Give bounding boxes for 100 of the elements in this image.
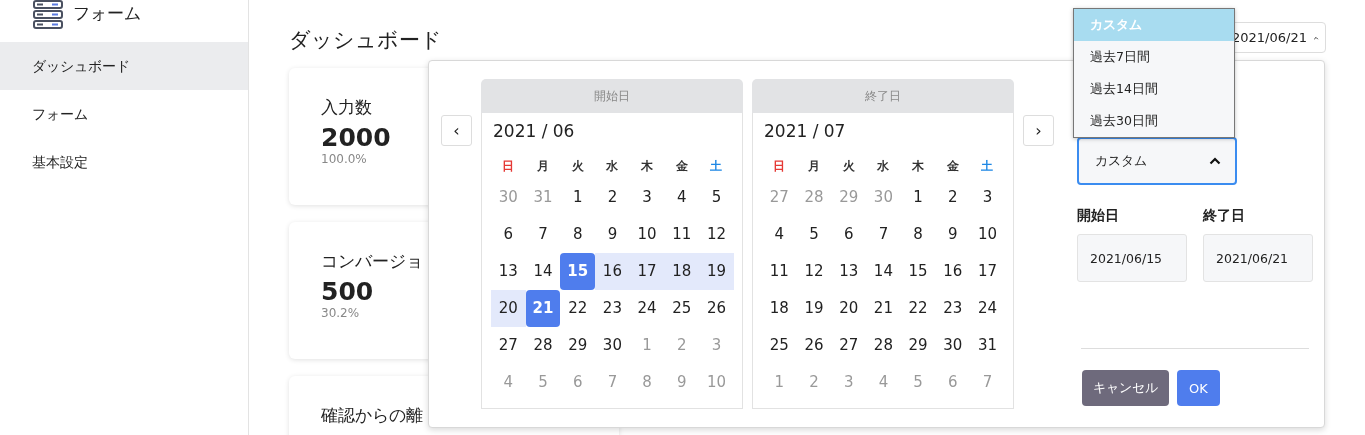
calendar-day[interactable]: 5 [699,179,734,216]
weekday-label: 金 [675,158,688,175]
calendar-day[interactable]: 6 [491,216,526,253]
calendar-day[interactable]: 7 [866,216,901,253]
calendar-day[interactable]: 18 [762,290,797,327]
stat-percent: 30.2% [321,306,360,320]
calendar-day[interactable]: 16 [935,253,971,290]
calendar-header: 終了日 [752,79,1014,113]
weekday-label: 木 [641,158,654,175]
calendar-day[interactable]: 1 [560,179,596,216]
calendar-day[interactable]: 29 [900,327,936,364]
weekday-label: 火 [842,158,855,175]
calendar-day[interactable]: 29 [560,327,596,364]
calendar-day[interactable]: 7 [525,216,561,253]
weekday-label: 月 [537,158,550,175]
calendar-day[interactable]: 28 [525,327,561,364]
calendar-day[interactable]: 4 [664,179,700,216]
calendar-day[interactable]: 17 [629,253,665,290]
preset-select[interactable]: カスタム [1077,137,1237,185]
calendar-day[interactable]: 27 [491,327,526,364]
start-date-label: 開始日 [1077,207,1120,225]
calendar-day[interactable]: 3 [970,179,1005,216]
calendar-day[interactable]: 5 [796,216,832,253]
calendar-day[interactable]: 10 [970,216,1005,253]
calendar-day[interactable]: 22 [900,290,936,327]
start-date-field[interactable]: 2021/06/15 [1077,234,1187,282]
nav-item[interactable]: フォーム [0,90,248,138]
calendar-day[interactable]: 12 [699,216,734,253]
calendar-day[interactable]: 11 [762,253,797,290]
calendar-day[interactable]: 13 [491,253,526,290]
weekday-label: 火 [571,158,584,175]
nav-item[interactable]: 基本設定 [0,138,248,186]
calendar-day[interactable]: 4 [762,216,797,253]
stat-value: 500 [321,277,374,306]
calendar-day[interactable]: 12 [796,253,832,290]
calendar-day[interactable]: 15 [560,253,596,290]
calendar-day[interactable]: 19 [699,253,734,290]
stat-label: 確認からの離 [321,404,423,427]
weekday-label: 土 [981,158,994,175]
calendar-day[interactable]: 24 [629,290,665,327]
calendar-day[interactable]: 2 [935,179,971,216]
stat-value: 2000 [321,123,391,152]
ok-button[interactable]: OK [1177,370,1220,406]
previous-month-button[interactable]: ‹ [441,115,472,146]
calendar-day[interactable]: 26 [796,327,832,364]
stat-percent: 100.0% [321,152,367,166]
calendar-header: 開始日 [481,79,743,113]
weekday-label: 日 [502,158,515,175]
weekday-label: 水 [606,158,619,175]
calendar-day[interactable]: 18 [664,253,700,290]
calendar-day[interactable]: 26 [699,290,734,327]
calendar-day[interactable]: 27 [831,327,867,364]
calendar-day[interactable]: 20 [491,290,526,327]
end-date-field[interactable]: 2021/06/21 [1203,234,1313,282]
calendar-day[interactable]: 15 [900,253,936,290]
cancel-button[interactable]: キャンセル [1082,370,1169,406]
calendar-day[interactable]: 25 [664,290,700,327]
calendar-day[interactable]: 21 [866,290,901,327]
calendar-day[interactable]: 11 [664,216,700,253]
end-date-label: 終了日 [1203,207,1246,225]
app-name: フォーム [73,1,141,25]
calendar-day[interactable]: 6 [831,216,867,253]
calendar-day[interactable]: 9 [595,216,630,253]
calendar-day[interactable]: 24 [970,290,1005,327]
month-title: 2021 / 06 [492,121,576,141]
dropdown-option[interactable]: 過去14日間 [1074,73,1234,105]
weekday-label: 日 [773,158,786,175]
calendar-day[interactable]: 9 [935,216,971,253]
calendar-day[interactable]: 8 [560,216,596,253]
calendar-day[interactable]: 8 [900,216,936,253]
calendar-day[interactable]: 2 [595,179,630,216]
calendar-day[interactable]: 14 [866,253,901,290]
calendar-day[interactable]: 23 [595,290,630,327]
calendar-day[interactable]: 17 [970,253,1005,290]
calendar-day[interactable]: 20 [831,290,867,327]
next-month-button[interactable]: › [1023,115,1054,146]
calendar-day[interactable]: 31 [970,327,1005,364]
caret-icon [1209,157,1221,165]
page-title: ダッシュボード [289,27,442,54]
calendar-day[interactable]: 14 [525,253,561,290]
calendar-day[interactable]: 13 [831,253,867,290]
calendar-day[interactable]: 16 [595,253,630,290]
month-title: 2021 / 07 [763,121,847,141]
calendar-day[interactable]: 22 [560,290,596,327]
calendar-day[interactable]: 28 [866,327,901,364]
weekday-label: 木 [912,158,925,175]
calendar-day[interactable]: 3 [629,179,665,216]
calendar-day[interactable]: 23 [935,290,971,327]
nav-item[interactable]: ダッシュボード [0,42,248,90]
calendar-day[interactable]: 25 [762,327,797,364]
calendar-day[interactable]: 30 [935,327,971,364]
calendar-day[interactable]: 10 [629,216,665,253]
calendar-day[interactable]: 30 [595,327,630,364]
calendar-day[interactable]: 19 [796,290,832,327]
stat-label: 入力数 [321,96,372,119]
calendar-day[interactable]: 1 [900,179,936,216]
dropdown-option[interactable]: 過去30日間 [1074,105,1234,137]
calendar-day[interactable]: 21 [525,290,561,327]
weekday-label: 金 [946,158,959,175]
weekday-label: 土 [710,158,723,175]
